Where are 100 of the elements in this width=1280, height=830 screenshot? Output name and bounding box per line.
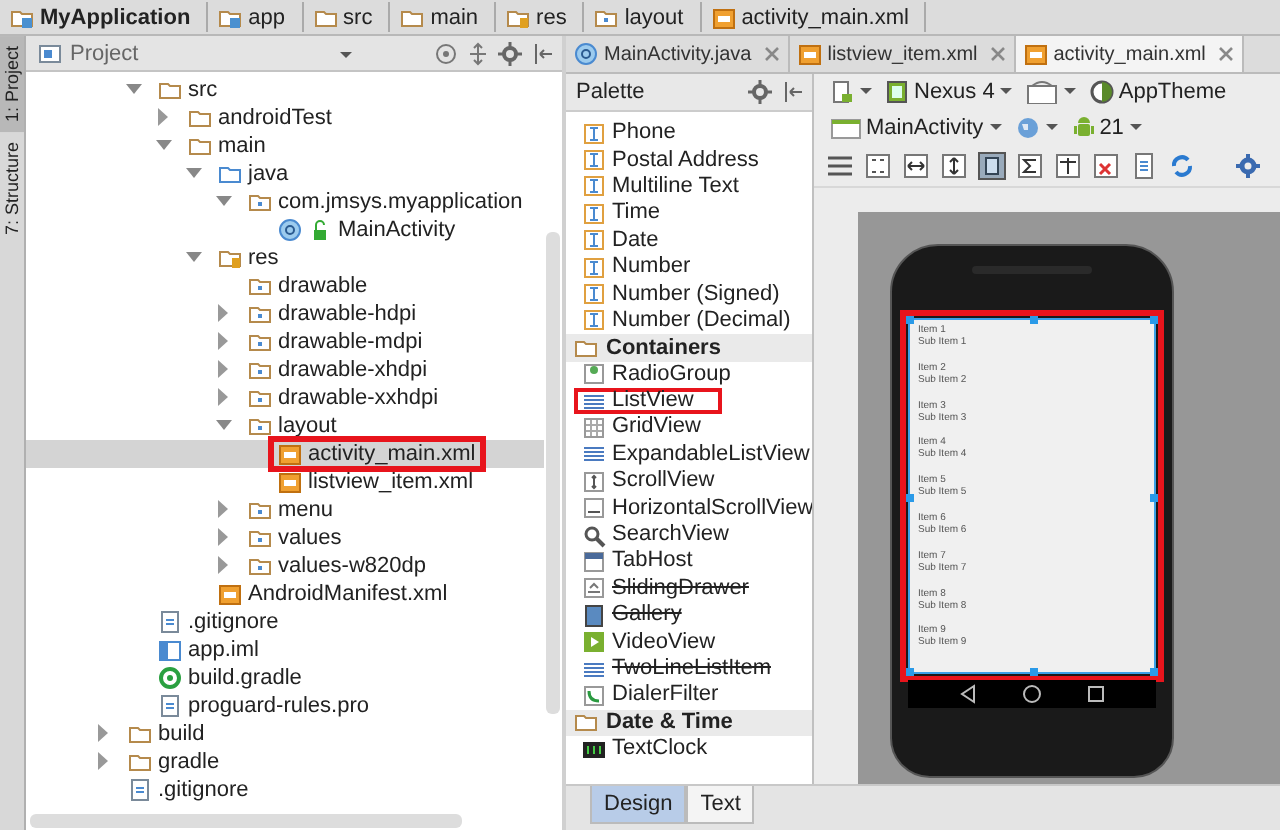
delete-icon[interactable] <box>1092 152 1120 180</box>
tree-item[interactable]: .gitignore <box>26 776 544 804</box>
scrollbar[interactable] <box>546 232 560 714</box>
folder-icon <box>248 554 272 578</box>
palette-item[interactable]: Number (Decimal) <box>574 307 799 335</box>
document-icon[interactable] <box>1130 152 1158 180</box>
tree-item[interactable]: activity_main.xml <box>26 440 544 468</box>
palette-item[interactable]: VideoView <box>574 628 724 656</box>
palette-item[interactable]: DialerFilter <box>574 682 727 710</box>
palette-item[interactable]: Phone <box>574 120 684 147</box>
palette-item[interactable]: ExpandableListView <box>574 441 812 469</box>
palette-item[interactable]: Multiline Text <box>574 173 747 201</box>
vertical-arrows-icon[interactable] <box>940 152 968 180</box>
scale-icon[interactable] <box>1054 152 1082 180</box>
palette-item[interactable]: SlidingDrawer <box>574 575 757 603</box>
tree-item[interactable]: build.gradle <box>26 664 544 692</box>
tree-item[interactable]: layout <box>26 412 544 440</box>
tree-item[interactable]: drawable-hdpi <box>26 300 544 328</box>
breadcrumb[interactable]: main <box>394 2 497 32</box>
tree-item[interactable]: menu <box>26 496 544 524</box>
tree-item[interactable]: MainActivity <box>26 216 544 244</box>
resize-handle[interactable] <box>1150 494 1158 502</box>
breadcrumb[interactable]: src <box>307 2 391 32</box>
theme-button[interactable]: AppTheme <box>1090 80 1227 104</box>
tree-item[interactable]: app.iml <box>26 636 544 664</box>
tree-item[interactable]: values-w820dp <box>26 552 544 580</box>
palette-item[interactable]: Time <box>574 200 669 228</box>
tree-item[interactable]: main <box>26 132 544 160</box>
window-icon <box>830 116 862 140</box>
resize-handle[interactable] <box>1150 316 1158 324</box>
tree-item[interactable]: drawable-xhdpi <box>26 356 544 384</box>
breadcrumb[interactable]: MyApplication <box>4 2 209 32</box>
activity-dropdown[interactable]: MainActivity <box>830 116 1004 140</box>
palette-item[interactable]: TabHost <box>574 548 701 576</box>
palette-item[interactable]: SearchView <box>574 521 737 549</box>
palette-item[interactable]: TwoLineListItem <box>574 655 779 683</box>
palette-item[interactable]: ListView <box>574 387 722 415</box>
tree-item[interactable]: drawable-xxhdpi <box>26 384 544 412</box>
refresh-icon[interactable] <box>1168 152 1196 180</box>
editor-mode-tab[interactable]: Text <box>686 786 755 824</box>
tree-item[interactable]: gradle <box>26 748 544 776</box>
api-level-dropdown[interactable]: 21 <box>1071 116 1144 140</box>
folder-icon <box>188 106 212 130</box>
breadcrumb[interactable]: res <box>500 2 585 32</box>
section-title: Date & Time <box>606 710 733 735</box>
tree-item[interactable]: build <box>26 720 544 748</box>
tree-item[interactable]: drawable-mdpi <box>26 328 544 356</box>
item-label: main <box>218 134 266 158</box>
palette-item[interactable]: Gallery <box>574 602 690 629</box>
palette-item[interactable]: ScrollView <box>574 468 723 495</box>
editor-tab[interactable]: listview_item.xml <box>789 36 1016 72</box>
breadcrumb[interactable]: activity_main.xml <box>705 2 927 32</box>
zoom-fit-icon[interactable] <box>864 152 892 180</box>
palette-item[interactable]: Number <box>574 253 699 281</box>
preview-icon[interactable] <box>978 152 1006 180</box>
resize-handle[interactable] <box>906 316 914 324</box>
editor-tab[interactable]: activity_main.xml <box>1015 36 1244 72</box>
scrollbar[interactable] <box>30 814 462 828</box>
resize-handle[interactable] <box>906 494 914 502</box>
tree-item[interactable]: java <box>26 160 544 188</box>
tree-item[interactable]: androidTest <box>26 104 544 132</box>
item-label: res <box>248 246 279 270</box>
resize-handle[interactable] <box>906 668 914 676</box>
tree-item[interactable]: proguard-rules.pro <box>26 692 544 720</box>
settings-icon[interactable] <box>1234 152 1262 180</box>
palette-item[interactable]: GridView <box>574 414 709 442</box>
tool-window-button[interactable]: 7: Structure <box>0 132 24 246</box>
back-icon <box>958 684 978 704</box>
tool-window-button[interactable]: 1: Project <box>0 36 24 133</box>
resize-handle[interactable] <box>1150 668 1158 676</box>
palette-item[interactable]: Postal Address <box>574 146 767 174</box>
layout-icon[interactable] <box>826 152 854 180</box>
breadcrumb[interactable]: app <box>212 2 304 32</box>
locale-menu[interactable] <box>1015 116 1060 140</box>
palette-item[interactable]: TextClock <box>574 735 716 763</box>
orientation-menu[interactable] <box>1026 80 1079 104</box>
tree-item[interactable]: com.jmsys.myapplication <box>26 188 544 216</box>
palette-item[interactable]: Number (Signed) <box>574 280 788 308</box>
resize-handle[interactable] <box>1030 316 1038 324</box>
palette-item[interactable]: RadioGroup <box>574 361 739 388</box>
sum-icon[interactable] <box>1016 152 1044 180</box>
breadcrumb[interactable]: layout <box>588 2 702 32</box>
editor-tab[interactable]: MainActivity.java <box>566 36 790 72</box>
tree-item[interactable]: AndroidManifest.xml <box>26 580 544 608</box>
palette-item[interactable]: Date <box>574 227 667 254</box>
tree-item[interactable]: src <box>26 76 544 104</box>
resize-handle[interactable] <box>1030 668 1038 676</box>
section-title: Containers <box>606 335 721 360</box>
tree-item[interactable]: listview_item.xml <box>26 468 544 496</box>
device-menu[interactable] <box>830 80 874 104</box>
tree-item[interactable]: res <box>26 244 544 272</box>
view-dropdown[interactable]: Project <box>26 41 358 65</box>
horizontal-arrows-icon[interactable] <box>902 152 930 180</box>
tree-item[interactable]: values <box>26 524 544 552</box>
folder-icon <box>248 358 272 382</box>
tree-item[interactable]: drawable <box>26 272 544 300</box>
file-icon <box>128 778 152 802</box>
editor-mode-tab[interactable]: Design <box>590 786 687 824</box>
device-dropdown[interactable]: Nexus 4 <box>886 80 1015 104</box>
tree-item[interactable]: .gitignore <box>26 608 544 636</box>
